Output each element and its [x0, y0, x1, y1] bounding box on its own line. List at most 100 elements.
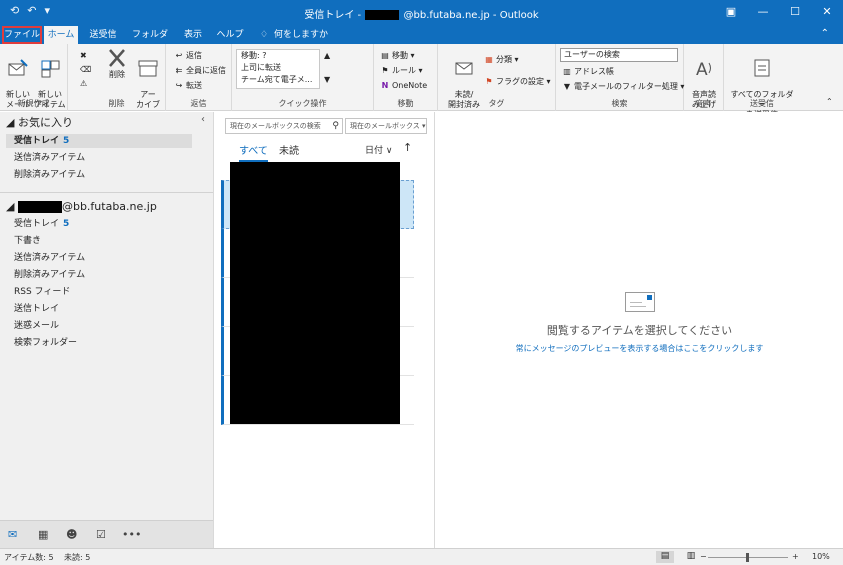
group-new: 新しい メール 新しい アイテム 新規作成	[0, 44, 68, 111]
reply-all-button[interactable]: ⇇ 全員に返信	[174, 65, 226, 77]
quick-step-team-email[interactable]: チーム宛て電子メ...	[237, 74, 319, 86]
people-icon[interactable]: ☻	[66, 528, 77, 541]
quick-step-move[interactable]: 移動: ?	[237, 50, 319, 62]
folder-deleted-items[interactable]: 削除済みアイテム	[14, 268, 85, 282]
search-people-input[interactable]: ユーザーの検索	[560, 48, 678, 62]
tab-view[interactable]: 表示	[180, 26, 206, 44]
ribbon-home: 新しい メール 新しい アイテム 新規作成 ✖ ⌫ ⚠ 削除 アー カイブ 削除…	[0, 44, 843, 119]
search-icon[interactable]: ⚲	[332, 119, 339, 133]
minimize-icon[interactable]: —	[747, 0, 779, 24]
quick-step-to-manager[interactable]: 上司に転送	[237, 62, 319, 74]
onenote-icon: N	[381, 81, 389, 90]
filter-all-tab[interactable]: すべて	[239, 142, 268, 162]
folder-inbox[interactable]: 受信トレイ 5	[14, 217, 69, 231]
followup-button[interactable]: ⚑ フラグの設定 ▾	[484, 76, 550, 88]
window-controls: ▣ — ☐ ✕	[715, 0, 843, 24]
reading-view-icon[interactable]: ▥	[682, 551, 700, 563]
group-find: ユーザーの検索 ▥ アドレス帳 ▼ 電子メールのフィルター処理 ▾ 検索	[556, 44, 684, 111]
message-list: 現在のメールボックスの検索 ⚲ 現在のメールボックス ▾ すべて 未読 日付 ∨…	[215, 112, 435, 548]
onenote-button[interactable]: N OneNote	[380, 80, 428, 92]
folder-sent-items[interactable]: 送信済みアイテム	[14, 251, 85, 265]
status-bar: アイテム数: 5 未読: 5 ▤ ▥ − + 10%	[0, 548, 843, 565]
tab-folder[interactable]: フォルダー	[128, 26, 172, 58]
ribbon-collapse-arrow-icon[interactable]: ⌃	[826, 96, 833, 108]
favorites-header[interactable]: ◢ お気に入り	[6, 114, 73, 130]
tasks-icon[interactable]: ☑	[96, 528, 106, 541]
group-move: ▤ 移動 ▾ ⚑ ルール ▾ N OneNote 移動	[374, 44, 438, 111]
tab-send-receive[interactable]: 送受信	[84, 26, 122, 44]
group-send-receive: すべてのフォルダー を送受信 送受信	[724, 44, 800, 119]
delete-button[interactable]: 削除	[104, 48, 130, 80]
rules-icon: ⚑	[381, 66, 389, 75]
folder-junk-email[interactable]: 迷惑メール	[14, 319, 59, 333]
cleanup-icon[interactable]: ⌫	[80, 64, 91, 76]
zoom-level[interactable]: 10%	[812, 552, 830, 561]
calendar-icon[interactable]: ▦	[38, 528, 48, 541]
address-book-button[interactable]: ▥ アドレス帳	[562, 66, 614, 78]
delete-x-icon	[109, 49, 125, 67]
move-button[interactable]: ▤ 移動 ▾	[380, 50, 414, 62]
folder-search-folders[interactable]: 検索フォルダー	[14, 336, 77, 350]
sort-by-dropdown[interactable]: 日付 ∨	[365, 143, 392, 156]
quick-steps-gallery: 移動: ? 上司に転送 チーム宛て電子メ...	[236, 49, 320, 89]
unread-count: 未読: 5	[64, 553, 91, 562]
tab-home[interactable]: ホーム	[44, 26, 78, 44]
mailbox-search-input[interactable]: 現在のメールボックスの検索 ⚲	[225, 118, 343, 134]
group-delete: ✖ ⌫ ⚠ 削除 アー カイブ 削除	[68, 44, 166, 111]
filter-unread-tab[interactable]: 未読	[279, 142, 299, 157]
categorize-button[interactable]: ▦ 分類 ▾	[484, 54, 518, 66]
tab-file[interactable]: ファイル	[2, 26, 42, 44]
junk-icon[interactable]: ⚠	[80, 78, 87, 90]
quick-steps-more-icon[interactable]: ▼	[324, 74, 330, 86]
filter-icon: ▼	[563, 82, 571, 91]
send-receive-all-icon	[754, 59, 770, 77]
sort-order-icon[interactable]: ↑	[403, 141, 412, 154]
ribbon-display-icon[interactable]: ▣	[715, 0, 747, 24]
reply-all-icon: ⇇	[175, 66, 183, 75]
filter-email-button[interactable]: ▼ 電子メールのフィルター処理 ▾	[562, 81, 684, 93]
zoom-slider-thumb[interactable]	[746, 553, 749, 562]
favorite-inbox[interactable]: 受信トレイ 5	[6, 134, 192, 148]
envelope-icon	[455, 62, 473, 75]
ribbon-collapse-icon[interactable]: ⌃	[821, 28, 829, 39]
rules-button[interactable]: ⚑ ルール ▾	[380, 65, 422, 77]
divider	[0, 192, 213, 193]
collapse-pane-icon[interactable]: ‹	[201, 114, 205, 125]
reply-icon: ↩	[175, 51, 183, 60]
redacted-text	[365, 10, 400, 20]
account-header[interactable]: ◢ @bb.futaba.ne.jp	[6, 200, 157, 213]
tab-help[interactable]: ヘルプ	[214, 26, 246, 44]
folder-drafts[interactable]: 下書き	[14, 234, 41, 248]
favorite-deleted-items[interactable]: 削除済みアイテム	[14, 168, 85, 182]
more-icon[interactable]: •••	[122, 528, 141, 541]
group-quick-steps: 移動: ? 上司に転送 チーム宛て電子メ... ▲ ▼ クイック操作	[232, 44, 374, 111]
send-receive-all-button[interactable]: すべてのフォルダー を送受信	[728, 48, 796, 120]
zoom-out-icon[interactable]: −	[700, 552, 707, 561]
read-aloud-icon: A	[696, 60, 711, 78]
tell-me-search[interactable]: ♢ 何をしますか	[258, 26, 330, 44]
svg-text:A: A	[696, 60, 708, 78]
search-scope-dropdown[interactable]: 現在のメールボックス ▾	[345, 118, 427, 134]
title-bar: ⟲ ↶ ▾ 受信トレイ - @bb.futaba.ne.jp - Outlook…	[0, 0, 843, 24]
always-preview-link[interactable]: 常にメッセージのプレビューを表示する場合はここをクリックします	[436, 343, 843, 354]
navigation-bar: ✉ ▦ ☻ ☑ •••	[0, 520, 213, 548]
archive-icon	[138, 60, 158, 77]
forward-icon: ↪	[175, 81, 183, 90]
mail-icon[interactable]: ✉	[8, 528, 17, 541]
categorize-icon: ▦	[485, 55, 493, 64]
quick-steps-scroll-up-icon[interactable]: ▲	[324, 50, 330, 62]
new-items-icon	[41, 60, 60, 78]
favorite-sent-items[interactable]: 送信済みアイテム	[14, 151, 85, 165]
forward-button[interactable]: ↪ 転送	[174, 80, 202, 92]
zoom-in-icon[interactable]: +	[792, 552, 799, 561]
ignore-icon[interactable]: ✖	[80, 50, 87, 62]
folder-rss-feeds[interactable]: RSS フィード	[14, 285, 70, 299]
envelope-icon	[625, 292, 655, 312]
folder-outbox[interactable]: 送信トレイ	[14, 302, 59, 316]
reading-pane: 閲覧するアイテムを選択してください 常にメッセージのプレビューを表示する場合はこ…	[436, 112, 843, 548]
maximize-icon[interactable]: ☐	[779, 0, 811, 24]
redacted-text	[17, 201, 62, 213]
close-icon[interactable]: ✕	[811, 0, 843, 24]
reply-button[interactable]: ↩ 返信	[174, 50, 202, 62]
normal-view-icon[interactable]: ▤	[656, 551, 674, 563]
